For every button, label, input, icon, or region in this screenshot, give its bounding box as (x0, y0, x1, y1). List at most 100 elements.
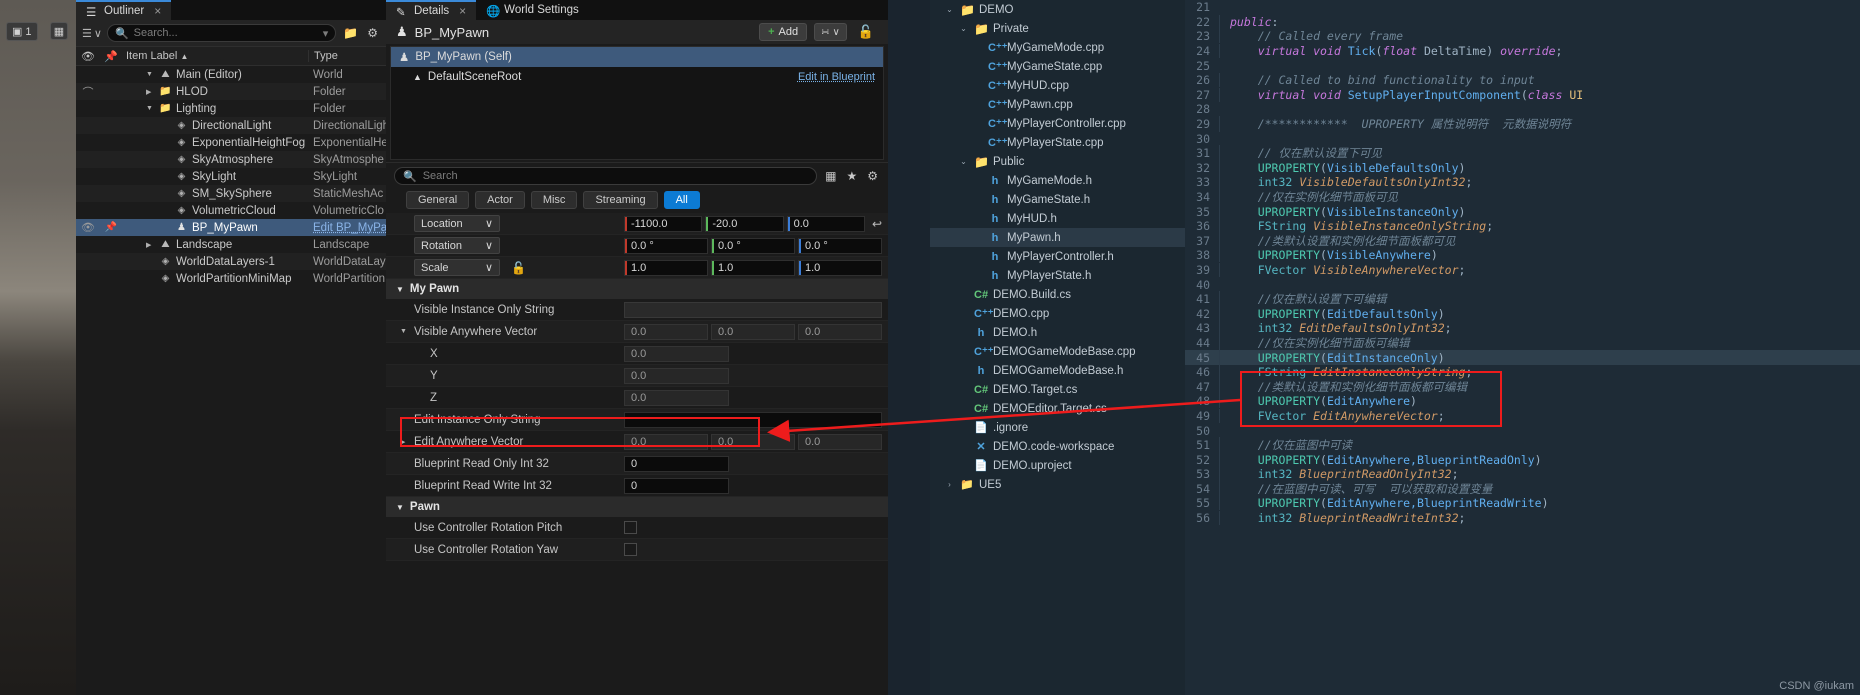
explorer-item-demo-build-cs[interactable]: C# DEMO.Build.cs (930, 285, 1185, 304)
expand-caret-icon[interactable]: › (944, 480, 955, 489)
pin-icon[interactable]: 📌 (100, 222, 122, 233)
outliner-row-volumetriccloud[interactable]: ◈ VolumetricCloud VolumetricClo (76, 202, 386, 219)
expand-caret-icon[interactable]: ▶ (146, 88, 155, 96)
expand-caret-icon[interactable]: ▶ (146, 241, 155, 249)
filter-actor[interactable]: Actor (475, 191, 525, 209)
column-type[interactable]: Type (308, 50, 386, 62)
code-line-45[interactable]: 45 UPROPERTY(EditInstanceOnly) (1185, 350, 1860, 365)
transform-location-z-input[interactable]: 0.0 (786, 215, 865, 232)
code-line-43[interactable]: 43 int32 EditDefaultsOnlyInt32; (1185, 321, 1860, 336)
tab-world-settings[interactable]: 🌐 World Settings (476, 0, 589, 20)
add-component-button[interactable]: + Add (759, 23, 808, 41)
outliner-search-input[interactable]: 🔍 Search... ▾ (106, 24, 337, 42)
expand-caret-icon[interactable]: ⌄ (944, 5, 955, 14)
transform-mode-dropdown[interactable]: Location ∨ (414, 215, 500, 232)
grid-icon[interactable]: ▦ (50, 22, 68, 40)
transform-scale-y-input[interactable]: 1.0 (711, 259, 795, 276)
code-line-40[interactable]: 40 (1185, 277, 1860, 292)
code-line-55[interactable]: 55 UPROPERTY(EditAnywhere,BlueprintReadW… (1185, 496, 1860, 511)
code-line-25[interactable]: 25 (1185, 58, 1860, 73)
explorer-item-mygamestate-cpp[interactable]: C⁺⁺ MyGameState.cpp (930, 57, 1185, 76)
code-line-27[interactable]: 27 virtual void SetupPlayerInputComponen… (1185, 87, 1860, 103)
property-visible-anywhere-vector-z-input[interactable]: 0.0 (798, 323, 882, 340)
reset-icon[interactable]: ↩ (868, 217, 882, 231)
outliner-row-type[interactable]: Edit BP_MyPa (308, 222, 386, 234)
outliner-row-worldpartitionminimap[interactable]: ◈ WorldPartitionMiniMap WorldPartition (76, 270, 386, 287)
code-line-39[interactable]: 39 FVector VisibleAnywhereVector; (1185, 262, 1860, 278)
explorer-item-mypawn-cpp[interactable]: C⁺⁺ MyPawn.cpp (930, 95, 1185, 114)
details-search-input[interactable]: 🔍 Search (394, 167, 818, 185)
code-line-52[interactable]: 52 UPROPERTY(EditAnywhere,BlueprintReadO… (1185, 452, 1860, 467)
visibility-eye-icon[interactable]: 👁 (76, 221, 100, 234)
grid-view-icon[interactable]: ▦ (823, 169, 838, 183)
code-line-49[interactable]: 49 FVector EditAnywhereVector; (1185, 408, 1860, 424)
code-line-29[interactable]: 29 /************ UPROPERTY 属性说明符 元数据说明符 (1185, 116, 1860, 133)
transform-scale-z-input[interactable]: 1.0 (798, 259, 882, 276)
code-line-23[interactable]: 23 // Called every frame (1185, 29, 1860, 44)
code-line-48[interactable]: 48 UPROPERTY(EditAnywhere) (1185, 394, 1860, 409)
code-line-28[interactable]: 28 (1185, 102, 1860, 117)
expand-caret-icon[interactable]: ▼ (146, 105, 155, 112)
filter-misc[interactable]: Misc (530, 191, 578, 209)
explorer-item-mygamestate-h[interactable]: h MyGameState.h (930, 190, 1185, 209)
explorer-item-demo-h[interactable]: h DEMO.h (930, 323, 1185, 342)
code-line-42[interactable]: 42 UPROPERTY(EditDefaultsOnly) (1185, 306, 1860, 321)
viewport-camera-badge[interactable]: ▣ 1 (6, 22, 38, 41)
outliner-row-hlod[interactable]: ⌒ ▶ 📁 HLOD Folder (76, 83, 386, 100)
outliner-row-skylight[interactable]: ◈ SkyLight SkyLight (76, 168, 386, 185)
explorer-item-demo-cpp[interactable]: C⁺⁺ DEMO.cpp (930, 304, 1185, 323)
explorer-item-demo-target-cs[interactable]: C# DEMO.Target.cs (930, 380, 1185, 399)
code-line-36[interactable]: 36 FString VisibleInstanceOnlyString; (1185, 219, 1860, 234)
outliner-row-sm-skysphere[interactable]: ◈ SM_SkySphere StaticMeshAc (76, 185, 386, 202)
code-line-44[interactable]: 44 //仅在实例化细节面板可编辑 (1185, 334, 1860, 351)
code-line-41[interactable]: 41 //仅在默认设置下可编辑 (1185, 291, 1860, 308)
explorer-item-ue5[interactable]: › 📁 UE5 (930, 475, 1185, 494)
code-line-50[interactable]: 50 (1185, 423, 1860, 438)
transform-mode-dropdown[interactable]: Scale ∨ (414, 259, 500, 276)
code-line-26[interactable]: 26 // Called to bind functionality to in… (1185, 73, 1860, 88)
transform-location-y-input[interactable]: -20.0 (705, 215, 784, 232)
property-x-input[interactable]: 0.0 (624, 345, 729, 362)
property-visible-anywhere-vector-y-input[interactable]: 0.0 (711, 323, 795, 340)
code-line-35[interactable]: 35 UPROPERTY(VisibleInstanceOnly) (1185, 204, 1860, 219)
expand-caret-icon[interactable]: ⌄ (958, 157, 969, 166)
add-folder-icon[interactable]: 📁 (341, 26, 360, 40)
code-line-37[interactable]: 37 //类默认设置和实例化细节面板都可见 (1185, 232, 1860, 249)
code-line-32[interactable]: 32 UPROPERTY(VisibleDefaultsOnly) (1185, 160, 1860, 176)
explorer-item-demogamemodebase-cpp[interactable]: C⁺⁺ DEMOGameModeBase.cpp (930, 342, 1185, 361)
property-y-input[interactable]: 0.0 (624, 367, 729, 384)
property-visible-instance-only-string-input[interactable] (624, 301, 882, 318)
code-line-22[interactable]: 22 public: (1185, 14, 1860, 30)
filter-all[interactable]: All (663, 191, 700, 209)
code-line-30[interactable]: 30 (1185, 131, 1860, 146)
explorer-item-demo-code-workspace[interactable]: ✕ DEMO.code-workspace (930, 437, 1185, 456)
code-line-56[interactable]: 56 int32 BlueprintReadWriteInt32; (1185, 511, 1860, 526)
explorer-item-myplayercontroller-cpp[interactable]: C⁺⁺ MyPlayerController.cpp (930, 114, 1185, 133)
blueprint-graph-button[interactable]: ∺ ∨ (814, 23, 847, 41)
code-line-31[interactable]: 31 // 仅在默认设置下可见 (1185, 145, 1860, 162)
property-blueprint-read-write-int-32-input[interactable]: 0 (624, 477, 729, 494)
code-editor[interactable]: 21 22 public: 23 // Called every frame 24 vi… (1185, 0, 1860, 695)
transform-mode-dropdown[interactable]: Rotation ∨ (414, 237, 500, 254)
favorite-icon[interactable]: ★ (844, 169, 859, 183)
column-item-label[interactable]: Item Label ▲ (122, 50, 308, 62)
outliner-row-lighting[interactable]: ▼ 📁 Lighting Folder (76, 100, 386, 117)
code-line-53[interactable]: 53 int32 BlueprintReadOnlyInt32; (1185, 467, 1860, 482)
outliner-row-bp-mypawn[interactable]: 👁 📌 ♟ BP_MyPawn Edit BP_MyPa (76, 219, 386, 236)
explorer-item-demo-uproject[interactable]: 📄 DEMO.uproject (930, 456, 1185, 475)
explorer-item-myhud-cpp[interactable]: C⁺⁺ MyHUD.cpp (930, 76, 1185, 95)
close-icon[interactable]: × (154, 4, 161, 18)
property-edit-instance-only-string-input[interactable] (624, 411, 882, 428)
transform-scale-x-input[interactable]: 1.0 (624, 259, 708, 276)
code-line-38[interactable]: 38 UPROPERTY(VisibleAnywhere) (1185, 248, 1860, 263)
explorer-item-demogamemodebase-h[interactable]: h DEMOGameModeBase.h (930, 361, 1185, 380)
gear-icon[interactable]: ⚙ (365, 26, 380, 40)
explorer-item-mypawn-h[interactable]: h MyPawn.h (930, 228, 1185, 247)
explorer-item-private[interactable]: ⌄ 📁 Private (930, 19, 1185, 38)
visibility-eye-icon[interactable]: ⌒ (76, 84, 100, 100)
outliner-row-skyatmosphere[interactable]: ◈ SkyAtmosphere SkyAtmosphe (76, 151, 386, 168)
property-edit-anywhere-vector-z-input[interactable]: 0.0 (798, 433, 882, 450)
component-row-root[interactable]: ▲ DefaultSceneRoot Edit in Blueprint (391, 67, 883, 87)
level-viewport[interactable]: ▣ 1 ▦ (0, 0, 76, 695)
explorer-item-myplayercontroller-h[interactable]: h MyPlayerController.h (930, 247, 1185, 266)
